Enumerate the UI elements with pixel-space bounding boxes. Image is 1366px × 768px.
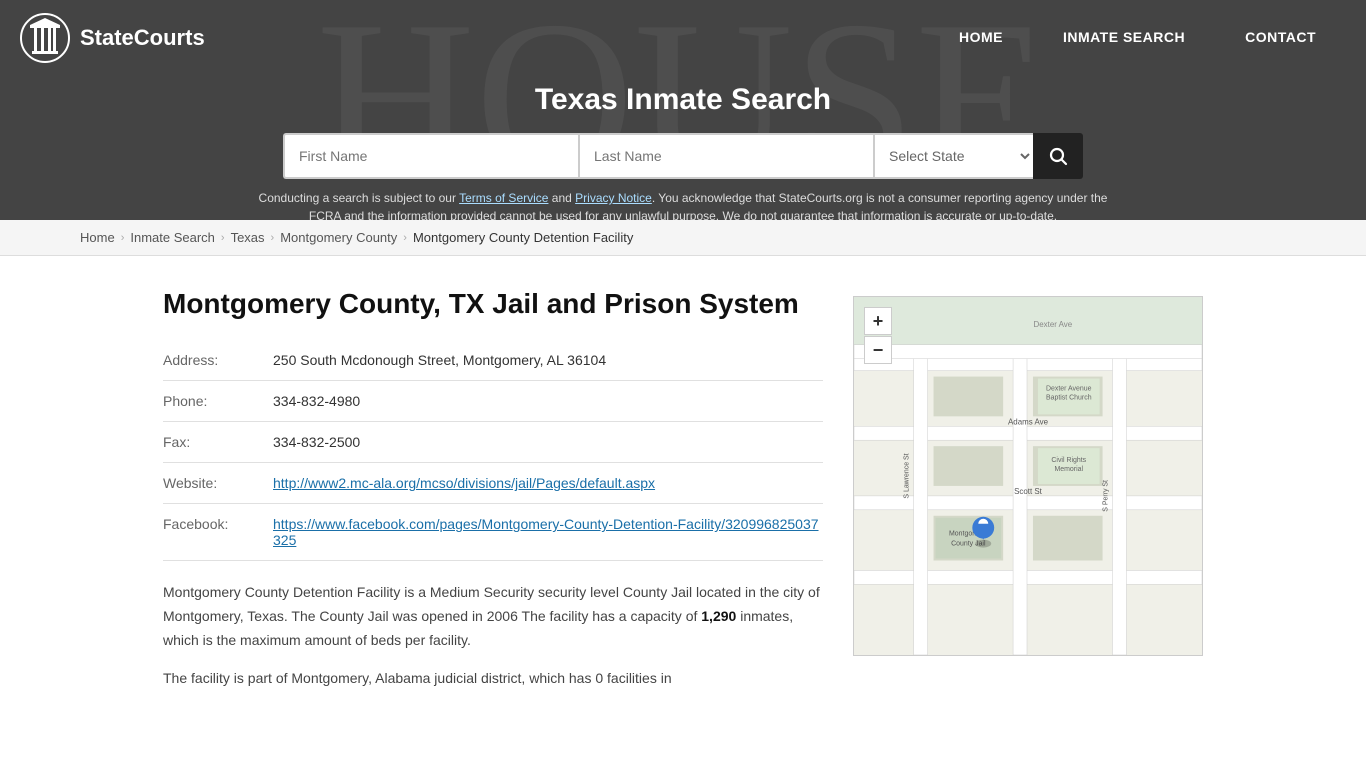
svg-text:S Perry St: S Perry St <box>1103 480 1110 512</box>
chevron-icon-2: › <box>221 232 225 244</box>
info-table: Address: 250 South Mcdonough Street, Mon… <box>163 352 823 561</box>
nav-home[interactable]: HOME <box>929 0 1033 75</box>
address-value: 250 South Mcdonough Street, Montgomery, … <box>273 352 823 381</box>
facebook-link[interactable]: https://www.facebook.com/pages/Montgomer… <box>273 516 823 548</box>
navbar: StateCourts HOME INMATE SEARCH CONTACT <box>0 0 1366 75</box>
description-paragraph-2: The facility is part of Montgomery, Alab… <box>163 667 823 691</box>
description-paragraph-1: Montgomery County Detention Facility is … <box>163 581 823 652</box>
phone-value: 334-832-4980 <box>273 381 823 422</box>
content-left: Montgomery County, TX Jail and Prison Sy… <box>163 286 823 705</box>
nav-inmate-search[interactable]: INMATE SEARCH <box>1033 0 1215 75</box>
svg-text:Baptist Church: Baptist Church <box>1046 394 1092 401</box>
map-svg: Dexter Avenue Baptist Church Civil Right… <box>854 297 1202 655</box>
breadcrumb-texas[interactable]: Texas <box>231 230 265 245</box>
logo-link[interactable]: StateCourts <box>20 13 205 63</box>
svg-text:Dexter Avenue: Dexter Avenue <box>1046 385 1092 392</box>
site-name: StateCourts <box>80 25 205 51</box>
terms-link[interactable]: Terms of Service <box>459 191 548 205</box>
privacy-link[interactable]: Privacy Notice <box>575 191 652 205</box>
fax-label: Fax: <box>163 422 273 463</box>
svg-text:Dexter Ave: Dexter Ave <box>1034 320 1073 329</box>
hero-title: Texas Inmate Search <box>535 83 831 117</box>
zoom-in-button[interactable]: + <box>864 307 892 335</box>
map-area: Dexter Avenue Baptist Church Civil Right… <box>853 296 1203 705</box>
map-container: Dexter Avenue Baptist Church Civil Right… <box>853 296 1203 656</box>
hero-content: Texas Inmate Search Select State Alabama… <box>0 75 1366 220</box>
search-bar: Select State Alabama Alaska Arizona Texa… <box>283 133 1083 179</box>
svg-text:Adams Ave: Adams Ave <box>1008 417 1049 426</box>
breadcrumb-current: Montgomery County Detention Facility <box>413 230 633 245</box>
search-icon <box>1048 146 1068 166</box>
main-container: Montgomery County, TX Jail and Prison Sy… <box>83 256 1283 735</box>
capacity-value: 1,290 <box>701 608 736 624</box>
fax-row: Fax: 334-832-2500 <box>163 422 823 463</box>
breadcrumb-home[interactable]: Home <box>80 230 115 245</box>
chevron-icon-3: › <box>271 232 275 244</box>
svg-text:Scott St: Scott St <box>1014 487 1043 496</box>
nav-contact[interactable]: CONTACT <box>1215 0 1346 75</box>
zoom-out-button[interactable]: − <box>864 336 892 364</box>
svg-text:Memorial: Memorial <box>1054 466 1083 473</box>
chevron-icon-1: › <box>121 232 125 244</box>
last-name-input[interactable] <box>578 133 873 179</box>
logo-icon <box>20 13 70 63</box>
breadcrumb-county[interactable]: Montgomery County <box>280 230 397 245</box>
map-zoom-controls: + − <box>864 307 892 364</box>
state-select[interactable]: Select State Alabama Alaska Arizona Texa… <box>873 133 1033 179</box>
breadcrumb-inmate-search[interactable]: Inmate Search <box>130 230 215 245</box>
phone-row: Phone: 334-832-4980 <box>163 381 823 422</box>
breadcrumb: Home › Inmate Search › Texas › Montgomer… <box>0 220 1366 256</box>
phone-label: Phone: <box>163 381 273 422</box>
chevron-icon-4: › <box>403 232 407 244</box>
address-row: Address: 250 South Mcdonough Street, Mon… <box>163 352 823 381</box>
svg-text:S Lawrence St: S Lawrence St <box>904 453 911 498</box>
website-link[interactable]: http://www2.mc-ala.org/mcso/divisions/ja… <box>273 475 655 491</box>
facebook-row: Facebook: https://www.facebook.com/pages… <box>163 504 823 561</box>
facility-title: Montgomery County, TX Jail and Prison Sy… <box>163 286 823 322</box>
first-name-input[interactable] <box>283 133 578 179</box>
hero-section: StateCourts HOME INMATE SEARCH CONTACT T… <box>0 0 1366 220</box>
facebook-label: Facebook: <box>163 504 273 561</box>
website-value: http://www2.mc-ala.org/mcso/divisions/ja… <box>273 463 823 504</box>
facebook-value: https://www.facebook.com/pages/Montgomer… <box>273 504 823 561</box>
fax-value: 334-832-2500 <box>273 422 823 463</box>
svg-text:Civil Rights: Civil Rights <box>1051 457 1086 464</box>
search-button[interactable] <box>1033 133 1083 179</box>
address-label: Address: <box>163 352 273 381</box>
website-label: Website: <box>163 463 273 504</box>
nav-links: HOME INMATE SEARCH CONTACT <box>929 0 1346 75</box>
website-row: Website: http://www2.mc-ala.org/mcso/div… <box>163 463 823 504</box>
description: Montgomery County Detention Facility is … <box>163 581 823 690</box>
disclaimer: Conducting a search is subject to our Te… <box>233 189 1133 220</box>
